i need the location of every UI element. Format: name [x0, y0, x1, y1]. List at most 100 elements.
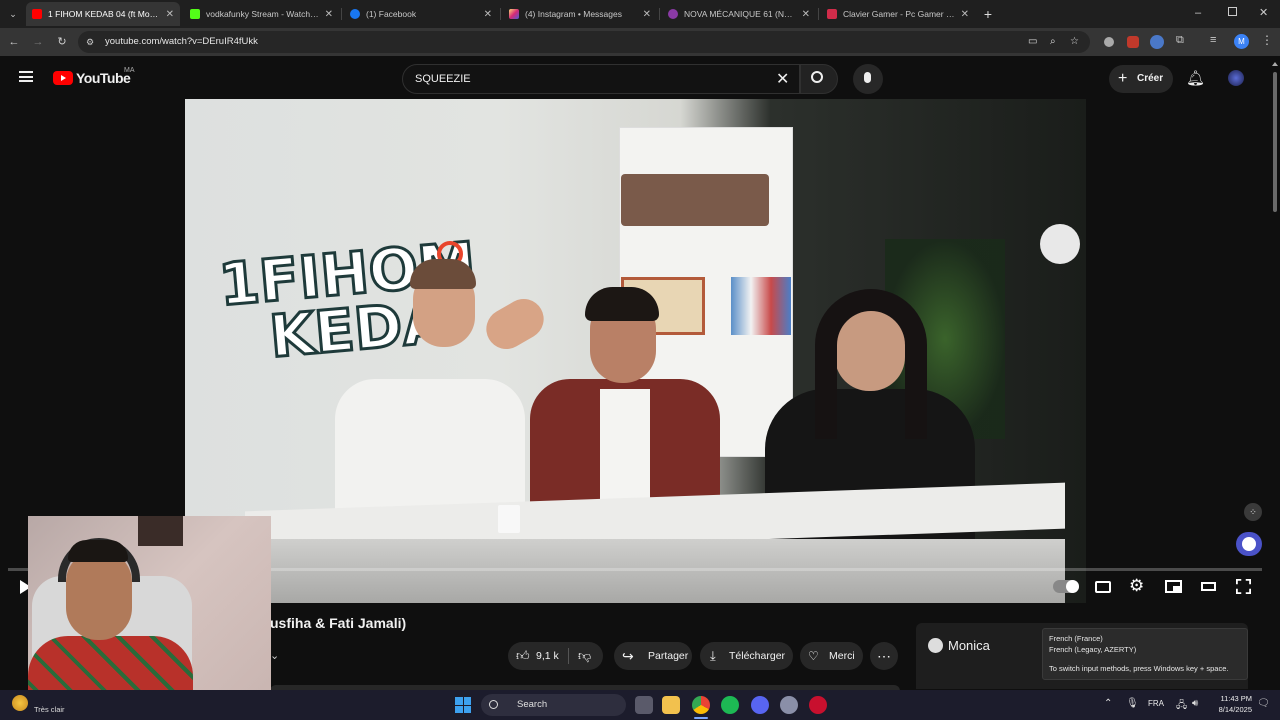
spotify-icon[interactable] — [721, 696, 739, 714]
task-view-icon[interactable] — [635, 696, 653, 714]
opera-gx-icon[interactable] — [809, 696, 827, 714]
new-tab-button[interactable]: + — [978, 2, 998, 26]
settings-app-icon[interactable] — [780, 696, 798, 714]
bookmark-star-icon[interactable]: ☆ — [1070, 31, 1079, 53]
forward-arrow-icon[interactable]: → — [30, 34, 46, 50]
tab-search-button[interactable]: ⌄ — [4, 2, 22, 26]
subtitles-icon[interactable] — [1095, 581, 1111, 593]
media-controls-icon[interactable]: ≡ — [1210, 34, 1216, 46]
search-icon — [811, 71, 823, 83]
weather-text[interactable]: Très clair — [34, 705, 65, 714]
network-icon[interactable]: 🖧︎ — [1176, 698, 1187, 715]
voice-search-button[interactable] — [853, 64, 883, 94]
thumbs-up-icon[interactable]: 👍︎ — [516, 642, 530, 670]
share-label: Partager — [648, 650, 689, 662]
file-explorer-icon[interactable] — [662, 696, 680, 714]
clear-search-icon[interactable]: ✕ — [776, 69, 789, 89]
back-arrow-icon[interactable]: ← — [6, 34, 22, 50]
search-button[interactable] — [800, 64, 838, 94]
url-text: youtube.com/watch?v=DEruIR4fUkk — [105, 36, 258, 47]
like-count[interactable]: 9,1 k — [536, 642, 559, 670]
hamburger-menu-icon[interactable] — [19, 71, 33, 82]
extension-badge-icon[interactable] — [1127, 36, 1139, 48]
close-icon[interactable]: ✕ — [325, 9, 333, 20]
more-actions-icon[interactable]: ⋯ — [870, 642, 898, 670]
notifications-bell-icon[interactable]: 🔔︎ — [1186, 69, 1205, 87]
site-info-icon[interactable]: ⚙ — [86, 31, 94, 53]
toggle-knob — [1066, 580, 1079, 593]
active-app-indicator — [694, 717, 708, 719]
show-logo: 1FIHOM KEDA — [215, 227, 480, 372]
tab-instagram[interactable]: (4) Instagram • Messages ✕ — [503, 2, 657, 26]
cast-icon[interactable]: ▭ — [1028, 31, 1037, 53]
tab-clavier[interactable]: Clavier Gamer - Pc Gamer Mar ✕ — [821, 2, 975, 26]
discord-icon[interactable] — [751, 696, 769, 714]
create-button[interactable]: + Créer — [1109, 65, 1173, 93]
reload-icon[interactable]: ↻ — [54, 34, 70, 50]
tab-kick[interactable]: vodkafunky Stream - Watch Liv ✕ — [184, 2, 339, 26]
show-hidden-icons-chevron-icon[interactable]: ⌃ — [1104, 698, 1112, 709]
close-icon[interactable]: ✕ — [802, 9, 810, 20]
close-icon[interactable]: ✕ — [484, 9, 492, 20]
search-icon — [489, 700, 498, 709]
tab-label: (4) Instagram • Messages — [525, 9, 622, 19]
youtube-logo[interactable]: YouTube — [53, 70, 131, 86]
super-thanks-icon: ♡ — [808, 649, 819, 663]
theater-mode-icon[interactable] — [1201, 582, 1216, 591]
monica-float-button[interactable] — [1236, 532, 1262, 556]
taskbar-search[interactable]: Search — [481, 694, 626, 716]
maximize-icon[interactable] — [1228, 7, 1237, 16]
notification-center-icon[interactable]: 🗨︎ — [1257, 698, 1270, 709]
youtube-favicon-icon — [32, 9, 42, 19]
tooltip-line-2: French (Legacy, AZERTY) — [1049, 645, 1137, 654]
miniplayer-icon[interactable] — [1165, 580, 1182, 593]
video-player[interactable]: 1FIHOM KEDA — [185, 99, 1086, 603]
autoplay-toggle[interactable] — [1053, 580, 1079, 593]
thumbs-down-icon[interactable]: 👎︎ — [578, 642, 591, 670]
create-label: Créer — [1137, 73, 1164, 84]
webcam-overlay — [28, 516, 271, 699]
scrollbar-thumb[interactable] — [1273, 72, 1277, 212]
zoom-icon[interactable]: ⌕ — [1050, 31, 1056, 53]
settings-gear-icon[interactable]: ⚙ — [1129, 576, 1144, 596]
facebook-favicon-icon — [350, 9, 360, 19]
close-icon[interactable]: ✕ — [643, 9, 651, 20]
close-icon[interactable]: ✕ — [961, 9, 969, 20]
weather-icon[interactable] — [12, 695, 28, 711]
chevron-down-icon[interactable]: ⌄ — [270, 649, 279, 662]
translate-extension-icon[interactable] — [1150, 35, 1164, 49]
scroll-up-arrow-icon[interactable] — [1272, 62, 1278, 66]
microphone-icon[interactable]: 🎙︎ — [1126, 698, 1139, 709]
search-input[interactable]: SQUEEZIE — [402, 64, 800, 94]
tab-label: Clavier Gamer - Pc Gamer Mar — [843, 9, 955, 19]
volume-icon[interactable]: 🔊︎ — [1192, 698, 1198, 709]
chrome-icon[interactable] — [692, 696, 710, 714]
tab-label: NOVA MÉCANIQUE 61 (Noir) - — [684, 9, 796, 19]
account-avatar[interactable] — [1228, 70, 1244, 86]
tab-youtube[interactable]: 1 FIHOM KEDAB 04 (ft Momo B ✕ — [26, 2, 180, 26]
minimize-icon[interactable]: – — [1195, 7, 1201, 19]
share-button[interactable]: ↪ Partager — [614, 642, 692, 670]
windows-start-icon[interactable] — [455, 697, 471, 713]
close-icon[interactable]: ✕ — [166, 9, 174, 20]
fullscreen-icon[interactable] — [1236, 579, 1251, 594]
extension-icon[interactable] — [1104, 37, 1114, 47]
address-bar[interactable]: ⚙ youtube.com/watch?v=DEruIR4fUkk ▭ ⌕ ☆ — [78, 31, 1090, 53]
language-indicator[interactable]: FRA — [1148, 699, 1164, 708]
thanks-button[interactable]: ♡ Merci — [800, 642, 863, 670]
download-button[interactable]: ⤓ Télécharger — [700, 642, 793, 670]
profile-avatar[interactable]: M — [1234, 34, 1249, 49]
puzzle-extensions-icon[interactable]: ⧉ — [1176, 34, 1184, 47]
clock-time[interactable]: 11:43 PM — [1212, 694, 1252, 703]
tab-facebook[interactable]: (1) Facebook ✕ — [344, 2, 498, 26]
tab-nova[interactable]: NOVA MÉCANIQUE 61 (Noir) - ✕ — [662, 2, 816, 26]
monica-bot-icon — [1242, 537, 1256, 551]
page-scrollbar[interactable] — [1270, 56, 1280, 690]
close-window-icon[interactable]: ✕ — [1259, 6, 1268, 19]
video-title: usfiha & Fati Jamali) — [270, 615, 407, 631]
heart-favicon-icon — [668, 9, 678, 19]
kebab-menu-icon[interactable]: ⋮ — [1261, 33, 1273, 47]
person-right-hair — [815, 289, 927, 439]
channel-watermark-icon[interactable]: ⁘ — [1244, 503, 1262, 521]
clock-date[interactable]: 8/14/2025 — [1212, 705, 1252, 714]
